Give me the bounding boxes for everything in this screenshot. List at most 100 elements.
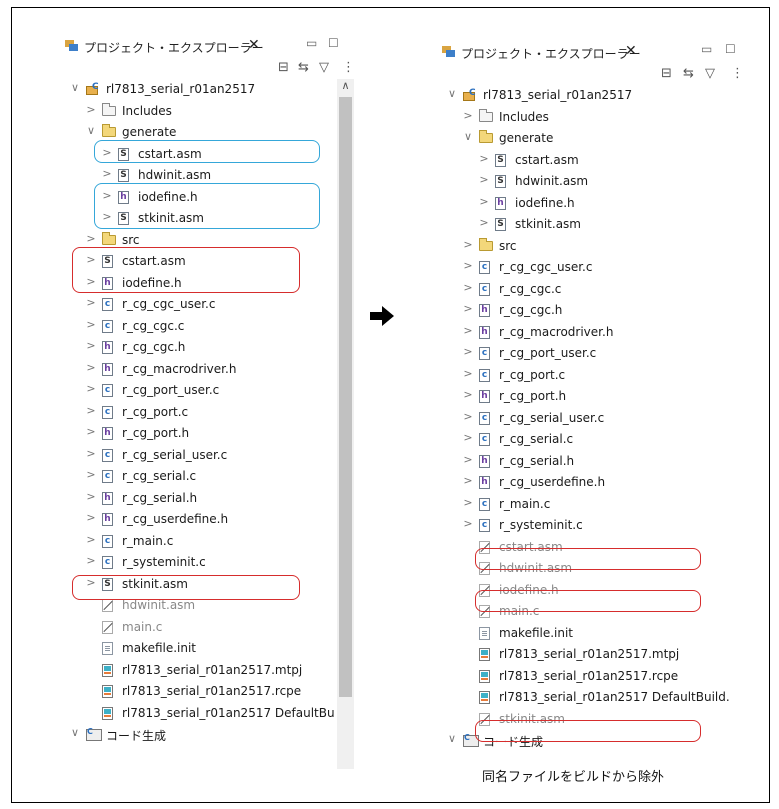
link-with-editor-icon[interactable]: ⇆ — [298, 60, 309, 75]
minimize-icon[interactable]: ▭ — [306, 36, 317, 50]
tree-item[interactable]: > c r_cg_port.c — [62, 402, 336, 423]
collapse-chevron-icon[interactable]: ∨ — [463, 130, 473, 143]
tree-item[interactable]: > c r_cg_cgc_user.c — [62, 294, 336, 315]
tree-item[interactable]: > c r_cg_cgc_user.c — [439, 257, 749, 278]
tree-item[interactable]: > Scstart.asm — [439, 150, 749, 171]
tree-item[interactable]: > h r_cg_port.h — [62, 423, 336, 444]
tree-item[interactable]: > c r_cg_serial.c — [439, 429, 749, 450]
expand-chevron-icon[interactable]: > — [86, 361, 96, 374]
tree-item[interactable]: rl7813_serial_r01an2517.rcpe — [62, 681, 336, 702]
tree-item[interactable]: > h r_cg_port.h — [439, 386, 749, 407]
close-icon[interactable]: ✕ — [248, 37, 260, 53]
explorer-tab-label[interactable]: プロジェクト・エクスプローラー — [461, 45, 641, 62]
tree-item[interactable]: > h r_cg_serial.h — [62, 488, 336, 509]
expand-chevron-icon[interactable]: > — [86, 425, 96, 438]
tree-item[interactable]: > Includes — [439, 107, 749, 128]
view-menu-icon[interactable]: ⋮ — [342, 60, 354, 75]
tree-item[interactable]: stkinit.asm — [439, 709, 749, 730]
collapse-chevron-icon[interactable]: ∨ — [447, 87, 457, 100]
tree-item[interactable]: > Sstkinit.asm — [62, 208, 336, 229]
expand-chevron-icon[interactable]: > — [86, 404, 96, 417]
expand-chevron-icon[interactable]: > — [86, 103, 96, 116]
expand-chevron-icon[interactable]: > — [86, 554, 96, 567]
collapse-chevron-icon[interactable]: ∨ — [70, 726, 80, 739]
tree-item[interactable]: > h r_cg_macrodriver.h — [439, 322, 749, 343]
tree-item[interactable]: > c r_cg_serial.c — [62, 466, 336, 487]
tree-item[interactable]: > Scstart.asm — [62, 144, 336, 165]
tree-item[interactable]: > src — [439, 236, 749, 257]
maximize-icon[interactable]: ☐ — [725, 42, 736, 56]
tree-item[interactable]: hdwinit.asm — [62, 595, 336, 616]
tree-item[interactable]: > Scstart.asm — [62, 251, 336, 272]
expand-chevron-icon[interactable]: > — [463, 302, 473, 315]
tree-item[interactable]: > c r_cg_port_user.c — [439, 343, 749, 364]
expand-chevron-icon[interactable]: > — [463, 453, 473, 466]
expand-chevron-icon[interactable]: > — [479, 152, 489, 165]
tree-item[interactable]: > h r_cg_userdefine.h — [62, 509, 336, 530]
tree-item[interactable]: main.c — [62, 617, 336, 638]
tree-item[interactable]: > c r_cg_port_user.c — [62, 380, 336, 401]
tree-item[interactable]: > c r_cg_cgc.c — [439, 279, 749, 300]
expand-chevron-icon[interactable]: > — [86, 576, 96, 589]
tree-item[interactable]: iodefine.h — [439, 580, 749, 601]
tree-item[interactable]: makefile.init — [439, 623, 749, 644]
expand-chevron-icon[interactable]: > — [463, 238, 473, 251]
tree-item[interactable]: > c r_main.c — [62, 531, 336, 552]
tree-item[interactable]: > Sstkinit.asm — [62, 574, 336, 595]
expand-chevron-icon[interactable]: > — [463, 109, 473, 122]
expand-chevron-icon[interactable]: > — [86, 447, 96, 460]
expand-chevron-icon[interactable]: > — [463, 367, 473, 380]
scroll-up-icon[interactable]: ∧ — [337, 79, 354, 92]
collapse-chevron-icon[interactable]: ∨ — [70, 81, 80, 94]
expand-chevron-icon[interactable]: > — [463, 474, 473, 487]
expand-chevron-icon[interactable]: > — [102, 189, 112, 202]
view-menu-icon[interactable]: ⋮ — [731, 66, 744, 81]
tree-item[interactable]: main.c — [439, 601, 749, 622]
tree-item[interactable]: ∨ Crl7813_serial_r01an2517 — [439, 85, 749, 106]
tree-item[interactable]: rl7813_serial_r01an2517 DefaultBu — [62, 703, 336, 724]
tree-item[interactable]: > h r_cg_cgc.h — [439, 300, 749, 321]
tree-item[interactable]: > c r_cg_serial_user.c — [439, 408, 749, 429]
tree-item[interactable]: > Sstkinit.asm — [439, 214, 749, 235]
tree-item[interactable]: > c r_systeminit.c — [62, 552, 336, 573]
tree-item[interactable]: > h r_cg_userdefine.h — [439, 472, 749, 493]
expand-chevron-icon[interactable]: > — [86, 533, 96, 546]
explorer-tab-label[interactable]: プロジェクト・エクスプローラー — [84, 39, 264, 56]
tree-item[interactable]: > Includes — [62, 101, 336, 122]
expand-chevron-icon[interactable]: > — [86, 339, 96, 352]
tree-item[interactable]: rl7813_serial_r01an2517.mtpj — [439, 644, 749, 665]
tree-item[interactable]: > c r_main.c — [439, 494, 749, 515]
collapse-all-icon[interactable]: ⊟ — [661, 66, 672, 81]
expand-chevron-icon[interactable]: > — [463, 431, 473, 444]
tree-item[interactable]: ∨ generate — [439, 128, 749, 149]
expand-chevron-icon[interactable]: > — [102, 146, 112, 159]
filter-icon[interactable]: ▽ — [705, 66, 715, 81]
expand-chevron-icon[interactable]: > — [86, 253, 96, 266]
tree-item[interactable]: > h r_cg_serial.h — [439, 451, 749, 472]
expand-chevron-icon[interactable]: > — [463, 410, 473, 423]
minimize-icon[interactable]: ▭ — [701, 42, 712, 56]
expand-chevron-icon[interactable]: > — [479, 173, 489, 186]
tree-item[interactable]: > c r_cg_serial_user.c — [62, 445, 336, 466]
tree-item[interactable]: > h r_cg_macrodriver.h — [62, 359, 336, 380]
tree-item[interactable]: > h iodefine.h — [439, 193, 749, 214]
expand-chevron-icon[interactable]: > — [463, 345, 473, 358]
vertical-scrollbar[interactable]: ∧ — [337, 79, 354, 769]
maximize-icon[interactable]: ☐ — [328, 36, 339, 50]
close-icon[interactable]: ✕ — [625, 43, 637, 59]
expand-chevron-icon[interactable]: > — [463, 388, 473, 401]
tree-item[interactable]: cstart.asm — [439, 537, 749, 558]
expand-chevron-icon[interactable]: > — [479, 216, 489, 229]
expand-chevron-icon[interactable]: > — [86, 275, 96, 288]
expand-chevron-icon[interactable]: > — [463, 324, 473, 337]
tree-item[interactable]: > Shdwinit.asm — [439, 171, 749, 192]
tree-item[interactable]: ∨ C コード生成 — [62, 724, 336, 745]
tree-item[interactable]: rl7813_serial_r01an2517.rcpe — [439, 666, 749, 687]
collapse-chevron-icon[interactable]: ∨ — [447, 732, 457, 745]
expand-chevron-icon[interactable]: > — [86, 468, 96, 481]
scrollbar-thumb[interactable] — [339, 97, 352, 697]
link-with-editor-icon[interactable]: ⇆ — [683, 66, 694, 81]
tree-item[interactable]: rl7813_serial_r01an2517 DefaultBuild. — [439, 687, 749, 708]
tree-item[interactable]: ∨ Crl7813_serial_r01an2517 — [62, 79, 336, 100]
tree-item[interactable]: > c r_systeminit.c — [439, 515, 749, 536]
